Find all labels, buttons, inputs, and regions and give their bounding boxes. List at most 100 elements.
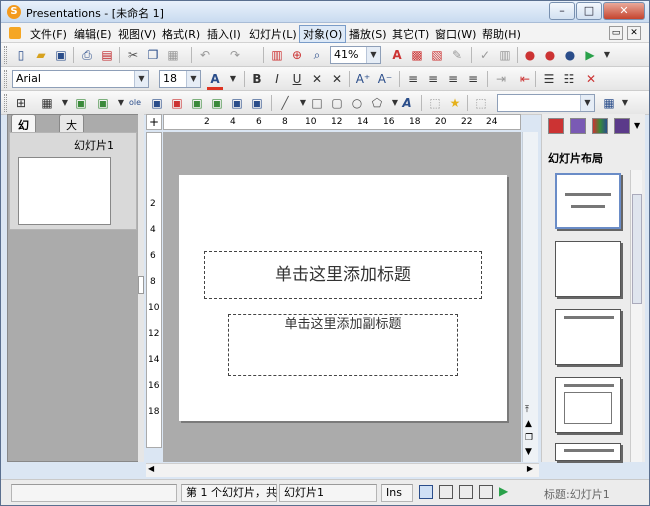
toolbar-grip[interactable]	[4, 46, 7, 64]
rounded-rectangle-icon[interactable]: ▢	[329, 95, 345, 111]
zoom-icon[interactable]: ⌕	[309, 47, 325, 63]
line-icon[interactable]: ╱	[277, 95, 293, 111]
shapes-icon[interactable]: ⬠	[369, 95, 385, 111]
align-right-icon[interactable]: ≡	[445, 71, 461, 87]
insert-chart-icon[interactable]: ▣	[73, 95, 89, 111]
minimize-button[interactable]: –	[549, 2, 575, 20]
pdf-icon[interactable]: ▤	[99, 47, 115, 63]
menu-window[interactable]: 窗口(W)	[432, 26, 479, 42]
numbering-icon[interactable]: ☷	[561, 71, 577, 87]
splitter-handle[interactable]	[138, 276, 144, 294]
toolbar-grip[interactable]	[4, 70, 7, 88]
indent-icon[interactable]: ⇥	[493, 71, 509, 87]
menu-other[interactable]: 其它(T)	[389, 26, 432, 42]
scroll-right-icon[interactable]: ▶	[527, 464, 533, 473]
align-objects-icon[interactable]: ⊞	[13, 95, 29, 111]
send-back-icon[interactable]: ▣	[249, 95, 265, 111]
maximize-button[interactable]: □	[576, 2, 602, 20]
redo-icon[interactable]: ↷	[227, 47, 243, 63]
outdent-icon[interactable]: ⇤	[517, 71, 533, 87]
panel-splitter[interactable]	[138, 114, 144, 462]
tab-outline[interactable]: 大纲	[59, 114, 84, 148]
frame-icon[interactable]: ▣	[149, 95, 165, 111]
layout-bullets[interactable]	[555, 443, 621, 461]
bold-icon[interactable]: B	[249, 71, 265, 87]
slide-thumbnail-item[interactable]: 幻灯片1	[9, 132, 137, 230]
menu-file[interactable]: 文件(F)	[27, 26, 70, 42]
spellcheck-icon[interactable]: ✓	[477, 47, 493, 63]
status-insert-mode[interactable]: Ins	[381, 484, 413, 502]
font-color-dropdown-icon[interactable]: ▼	[225, 71, 241, 87]
effects-star-icon[interactable]: ★	[447, 95, 463, 111]
scroll-left-icon[interactable]: ◀	[148, 464, 154, 473]
restore-doc-icon[interactable]: ▭	[609, 26, 623, 40]
undo-icon[interactable]: ↶	[197, 47, 213, 63]
slide-page[interactable]: 单击这里添加标题 单击这里添加副标题	[179, 175, 507, 421]
bullets-icon[interactable]: ☰	[541, 71, 557, 87]
menu-help[interactable]: 帮助(H)	[479, 26, 524, 42]
quattro-icon[interactable]: ●	[562, 47, 578, 63]
picture-icon[interactable]: ▩	[409, 47, 425, 63]
canvas-vertical-scrollbar[interactable]: ⤒ ▲ ❐ ▼	[522, 132, 538, 462]
scroll-first-icon[interactable]: ⤒	[525, 405, 529, 415]
increase-font-icon[interactable]: A⁺	[355, 71, 371, 87]
justify-icon[interactable]: ≡	[465, 71, 481, 87]
open-folder-icon[interactable]: ▰	[33, 47, 49, 63]
layout-mode-icon[interactable]	[548, 118, 564, 134]
textart-icon[interactable]: A	[399, 95, 415, 111]
style-select[interactable]: ▼	[497, 94, 595, 112]
print-icon[interactable]: ⎙	[79, 47, 95, 63]
menu-format[interactable]: 格式(R)	[159, 26, 203, 42]
menu-slide[interactable]: 幻灯片(L)	[246, 26, 300, 42]
font-select[interactable]: Arial ▼	[12, 70, 149, 88]
close-button[interactable]: ✕	[603, 2, 645, 20]
canvas-horizontal-scrollbar[interactable]: ◀ ▶	[146, 463, 539, 477]
strikethrough-icon[interactable]: ✕	[309, 71, 325, 87]
underline-icon[interactable]: U	[289, 71, 305, 87]
menu-insert[interactable]: 插入(I)	[204, 26, 244, 42]
chart-icon[interactable]: ▧	[429, 47, 445, 63]
align-center-icon[interactable]: ≡	[425, 71, 441, 87]
menu-play[interactable]: 播放(S)	[346, 26, 390, 42]
master-icon[interactable]	[614, 118, 630, 134]
text-box-icon[interactable]: A	[389, 47, 405, 63]
menu-view[interactable]: 视图(V)	[115, 26, 159, 42]
italic-icon[interactable]: I	[269, 71, 285, 87]
save-icon[interactable]: ▣	[53, 47, 69, 63]
menu-edit[interactable]: 编辑(E)	[71, 26, 115, 42]
presentation-t-icon[interactable]: ●	[522, 47, 538, 63]
scroll-next-icon[interactable]: ▼	[525, 447, 532, 457]
text-chart-icon[interactable]: ▥	[497, 47, 513, 63]
normal-view-icon[interactable]	[419, 485, 433, 499]
table-dropdown-icon[interactable]: ▼	[57, 95, 73, 111]
color-scheme-icon[interactable]	[592, 118, 608, 134]
page-icon[interactable]: ❐	[525, 433, 533, 443]
slide-sorter-icon[interactable]: ▥	[269, 47, 285, 63]
paste-icon[interactable]: ▦	[165, 47, 181, 63]
bring-front-icon[interactable]: ▣	[229, 95, 245, 111]
title-placeholder[interactable]: 单击这里添加标题	[204, 251, 482, 299]
cut-icon[interactable]: ✂	[125, 47, 141, 63]
background-icon[interactable]	[570, 118, 586, 134]
grid-dropdown-icon[interactable]: ▼	[617, 95, 633, 111]
insert-image-icon[interactable]: ▣	[95, 95, 111, 111]
presentation-p-icon[interactable]: ●	[542, 47, 558, 63]
tab-slides[interactable]: 幻灯片	[11, 114, 36, 164]
text-frame-icon[interactable]: ▣	[169, 95, 185, 111]
select-icon[interactable]: ⬚	[427, 95, 443, 111]
new-document-icon[interactable]: ▯	[13, 47, 29, 63]
slideshow-play-icon[interactable]: ▶	[499, 484, 508, 498]
ruler-origin-icon[interactable]: +	[146, 114, 162, 130]
layout-title-only[interactable]	[555, 309, 621, 365]
play-options-dropdown-icon[interactable]: ▼	[599, 47, 615, 63]
chevron-down-icon[interactable]: ▼	[186, 71, 200, 87]
subtitle-placeholder[interactable]: 单击这里添加副标题	[228, 314, 458, 376]
scroll-prev-icon[interactable]: ▲	[525, 419, 532, 429]
layout-title-subtitle[interactable]	[555, 173, 621, 229]
chevron-down-icon[interactable]: ▼	[580, 95, 594, 111]
play-show-icon[interactable]: ▶	[582, 47, 598, 63]
grid-options-icon[interactable]: ▦	[601, 95, 617, 111]
outline-view-icon[interactable]	[459, 485, 473, 499]
ole-object-icon[interactable]: ole	[127, 95, 143, 111]
layout-blank[interactable]	[555, 241, 621, 297]
